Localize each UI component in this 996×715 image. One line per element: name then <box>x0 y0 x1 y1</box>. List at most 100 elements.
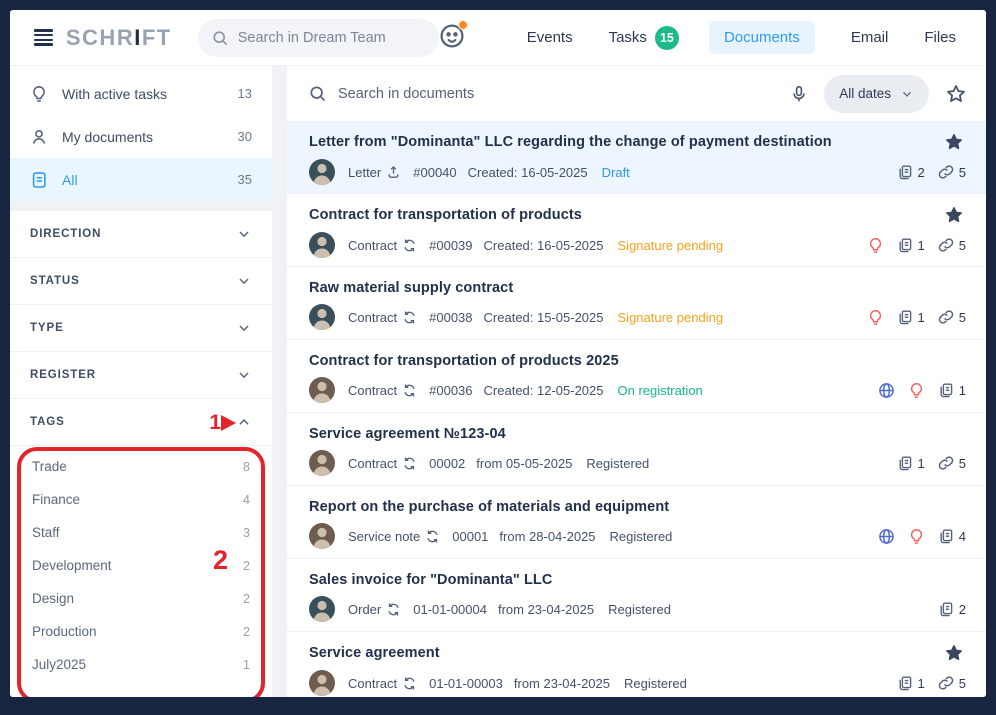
support-smiley-icon[interactable] <box>439 22 465 53</box>
globe-icon[interactable] <box>878 528 895 545</box>
doc-date: Created: 15-05-2025 <box>484 310 604 325</box>
hamburger-menu-icon[interactable] <box>34 29 53 46</box>
filter-section-tags[interactable]: TAGS 1 <box>10 399 272 446</box>
doc-number: #00040 <box>413 165 456 180</box>
document-row[interactable]: Contract for transportation of products … <box>287 340 986 413</box>
chevron-down-icon[interactable] <box>236 320 252 336</box>
doc-type-label: Service note <box>348 529 420 544</box>
sidebar-item-with-active-tasks[interactable]: With active tasks 13 <box>10 72 272 115</box>
nav-email[interactable]: Email <box>851 29 889 46</box>
link-icon <box>938 237 954 253</box>
copy-badge[interactable]: 1 <box>938 382 966 398</box>
copy-badge[interactable]: 2 <box>938 601 966 617</box>
link-badge[interactable]: 5 <box>938 675 966 691</box>
global-search[interactable] <box>198 19 439 57</box>
copy-badge[interactable]: 2 <box>897 164 925 180</box>
copy-badge[interactable]: 1 <box>897 675 925 691</box>
filter-section-register[interactable]: REGISTER <box>10 352 272 399</box>
bulb-icon[interactable] <box>867 237 884 254</box>
document-row[interactable]: Service agreement №123-04 Contract 00002… <box>287 413 986 486</box>
section-label: REGISTER <box>30 369 96 381</box>
copy-count: 1 <box>918 676 925 691</box>
tag-item[interactable]: Design 2 <box>10 582 272 615</box>
filter-section-status[interactable]: STATUS <box>10 258 272 305</box>
nav-documents[interactable]: Documents <box>709 21 815 54</box>
tag-item[interactable]: Staff 3 <box>10 516 272 549</box>
nav-events[interactable]: Events <box>527 29 573 46</box>
chevron-down-icon[interactable] <box>236 367 252 383</box>
tag-item[interactable]: Trade 8 <box>10 450 272 483</box>
star-icon[interactable] <box>945 644 963 662</box>
chevron-down-icon[interactable] <box>236 226 252 242</box>
link-count: 5 <box>959 456 966 471</box>
doc-number: #00036 <box>429 383 472 398</box>
search-icon <box>212 30 228 46</box>
notification-dot <box>458 20 468 30</box>
document-title: Report on the purchase of materials and … <box>309 499 966 515</box>
quick-filters: With active tasks 13 My documents 30 All… <box>10 66 272 201</box>
link-badge[interactable]: 5 <box>938 237 966 253</box>
tag-count: 1 <box>243 658 250 672</box>
tag-count: 2 <box>243 559 250 573</box>
documents-panel: All dates Letter from "Dominanta" LLC re… <box>287 66 986 697</box>
link-badge[interactable]: 5 <box>938 309 966 325</box>
microphone-icon[interactable] <box>790 85 808 103</box>
sidebar-item-count: 35 <box>238 172 252 187</box>
annotation-arrow <box>221 415 236 431</box>
tag-item[interactable]: Development 2 <box>10 549 272 582</box>
document-title: Letter from "Dominanta" LLC regarding th… <box>309 134 945 150</box>
bulb-icon[interactable] <box>908 528 925 545</box>
sidebar-item-my-documents[interactable]: My documents 30 <box>10 115 272 158</box>
sync-icon <box>386 602 401 617</box>
tag-item[interactable]: Production 2 <box>10 615 272 648</box>
document-row[interactable]: Raw material supply contract Contract #0… <box>287 267 986 340</box>
document-row[interactable]: Sales invoice for "Dominanta" LLC Order … <box>287 559 986 632</box>
document-row[interactable]: Letter from "Dominanta" LLC regarding th… <box>287 121 986 194</box>
globe-icon[interactable] <box>878 382 895 399</box>
sidebar: With active tasks 13 My documents 30 All… <box>10 66 272 697</box>
copy-badge[interactable]: 1 <box>897 455 925 471</box>
document-row[interactable]: Contract for transportation of products … <box>287 194 986 267</box>
sidebar-item-label: My documents <box>62 129 153 145</box>
copy-count: 2 <box>959 602 966 617</box>
document-row[interactable]: Service agreement Contract 01-01-00003 f… <box>287 632 986 697</box>
top-bar: SCHRIFT Events Tasks15 Documents Email F… <box>10 10 986 66</box>
doc-date: Created: 12-05-2025 <box>484 383 604 398</box>
document-title: Raw material supply contract <box>309 280 966 296</box>
copy-count: 1 <box>959 383 966 398</box>
doc-number: 01-01-00004 <box>413 602 487 617</box>
tag-count: 3 <box>243 526 250 540</box>
doc-type-label: Contract <box>348 383 397 398</box>
copies-icon <box>938 528 954 544</box>
tag-item[interactable]: Finance 4 <box>10 483 272 516</box>
sync-icon <box>402 238 417 253</box>
link-badge[interactable]: 5 <box>938 455 966 471</box>
document-title: Contract for transportation of products <box>309 207 945 223</box>
sidebar-item-all[interactable]: All 35 <box>10 158 272 201</box>
copy-badge[interactable]: 1 <box>897 309 925 325</box>
documents-search-input[interactable] <box>338 86 790 102</box>
nav-files[interactable]: Files <box>924 29 956 46</box>
bulb-icon[interactable] <box>908 382 925 399</box>
copy-badge[interactable]: 1 <box>897 237 925 253</box>
doc-type-label: Contract <box>348 310 397 325</box>
date-filter-dropdown[interactable]: All dates <box>824 75 929 113</box>
sync-icon <box>425 529 440 544</box>
star-icon[interactable] <box>945 206 963 224</box>
filter-section-type[interactable]: TYPE <box>10 305 272 352</box>
document-row[interactable]: Report on the purchase of materials and … <box>287 486 986 559</box>
favorites-filter-star-icon[interactable] <box>946 84 966 104</box>
copy-badge[interactable]: 4 <box>938 528 966 544</box>
tag-item[interactable]: July2025 1 <box>10 648 272 681</box>
chevron-down-icon[interactable] <box>236 273 252 289</box>
global-search-input[interactable] <box>238 30 425 46</box>
sync-icon <box>402 456 417 471</box>
tag-label: July2025 <box>32 657 86 672</box>
sidebar-item-label: All <box>62 172 78 188</box>
link-badge[interactable]: 5 <box>938 164 966 180</box>
star-icon[interactable] <box>945 133 963 151</box>
chevron-up-icon[interactable] <box>236 414 252 430</box>
bulb-icon[interactable] <box>867 309 884 326</box>
filter-section-direction[interactable]: DIRECTION <box>10 211 272 258</box>
nav-tasks[interactable]: Tasks15 <box>609 26 679 50</box>
